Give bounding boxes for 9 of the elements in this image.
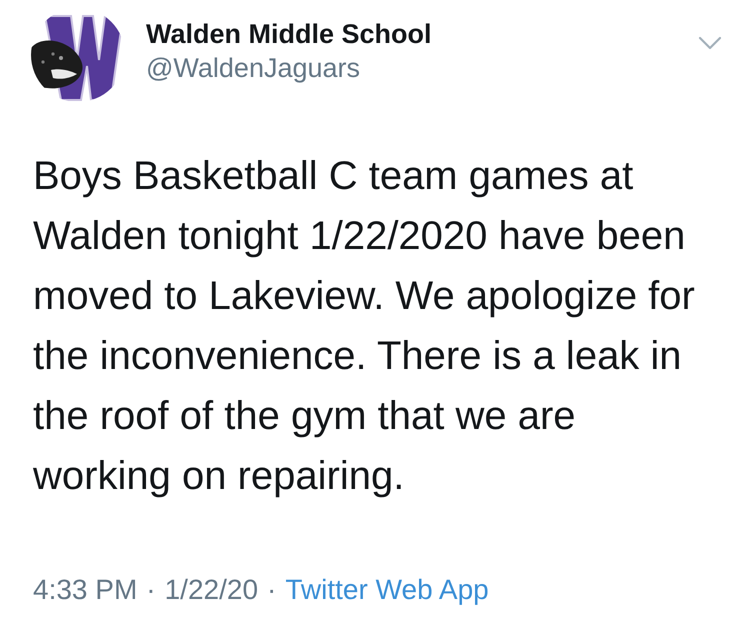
separator-dot: · — [267, 574, 276, 606]
tweet-time: 4:33 PM — [33, 574, 138, 606]
author-name[interactable]: Walden Middle School — [146, 18, 698, 50]
tweet-date: 1/22/20 — [164, 574, 258, 606]
separator-dot: · — [146, 574, 156, 606]
tweet-text: Boys Basketball C team games at Walden tonight 1/22/2020 have been moved to Lakeview. We apologize for the inconvenience. There is a leak in the roof of the gym that we are working on repairing. — [32, 153, 696, 500]
chevron-down-icon[interactable] — [698, 36, 722, 50]
source-link[interactable]: Twitter Web App — [285, 574, 489, 606]
author-handle[interactable]: @WaldenJaguars — [146, 52, 698, 84]
